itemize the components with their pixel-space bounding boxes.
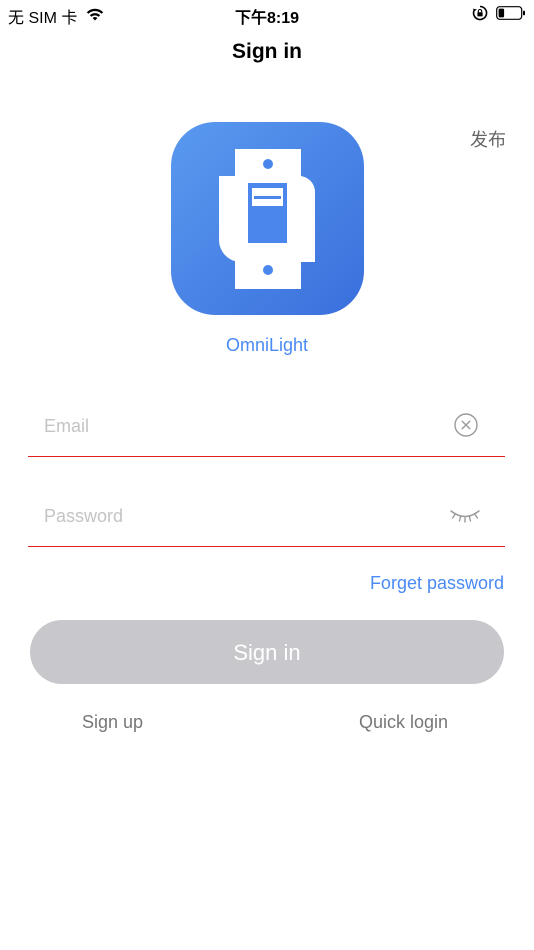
sign-up-link[interactable]: Sign up <box>82 712 143 733</box>
page-title: Sign in <box>232 40 302 63</box>
clear-circle-icon[interactable] <box>453 412 479 438</box>
battery-icon <box>496 6 526 25</box>
password-field <box>28 486 505 547</box>
email-field <box>28 396 505 457</box>
forget-password-link[interactable]: Forget password <box>370 573 504 594</box>
password-input[interactable] <box>42 500 446 532</box>
status-bar: 无 SIM 卡 下午8:19 <box>0 0 534 28</box>
status-time: 下午8:19 <box>234 10 300 27</box>
eye-closed-icon[interactable] <box>449 502 481 528</box>
sign-in-button[interactable]: Sign in <box>30 620 504 684</box>
light-switch-icon <box>171 122 364 315</box>
orientation-lock-icon <box>472 5 488 26</box>
email-input[interactable] <box>42 410 446 442</box>
status-right <box>472 5 526 26</box>
quick-login-link[interactable]: Quick login <box>359 712 448 733</box>
app-name: OmniLight <box>225 335 309 355</box>
publish-link[interactable]: 发布 <box>470 126 506 152</box>
